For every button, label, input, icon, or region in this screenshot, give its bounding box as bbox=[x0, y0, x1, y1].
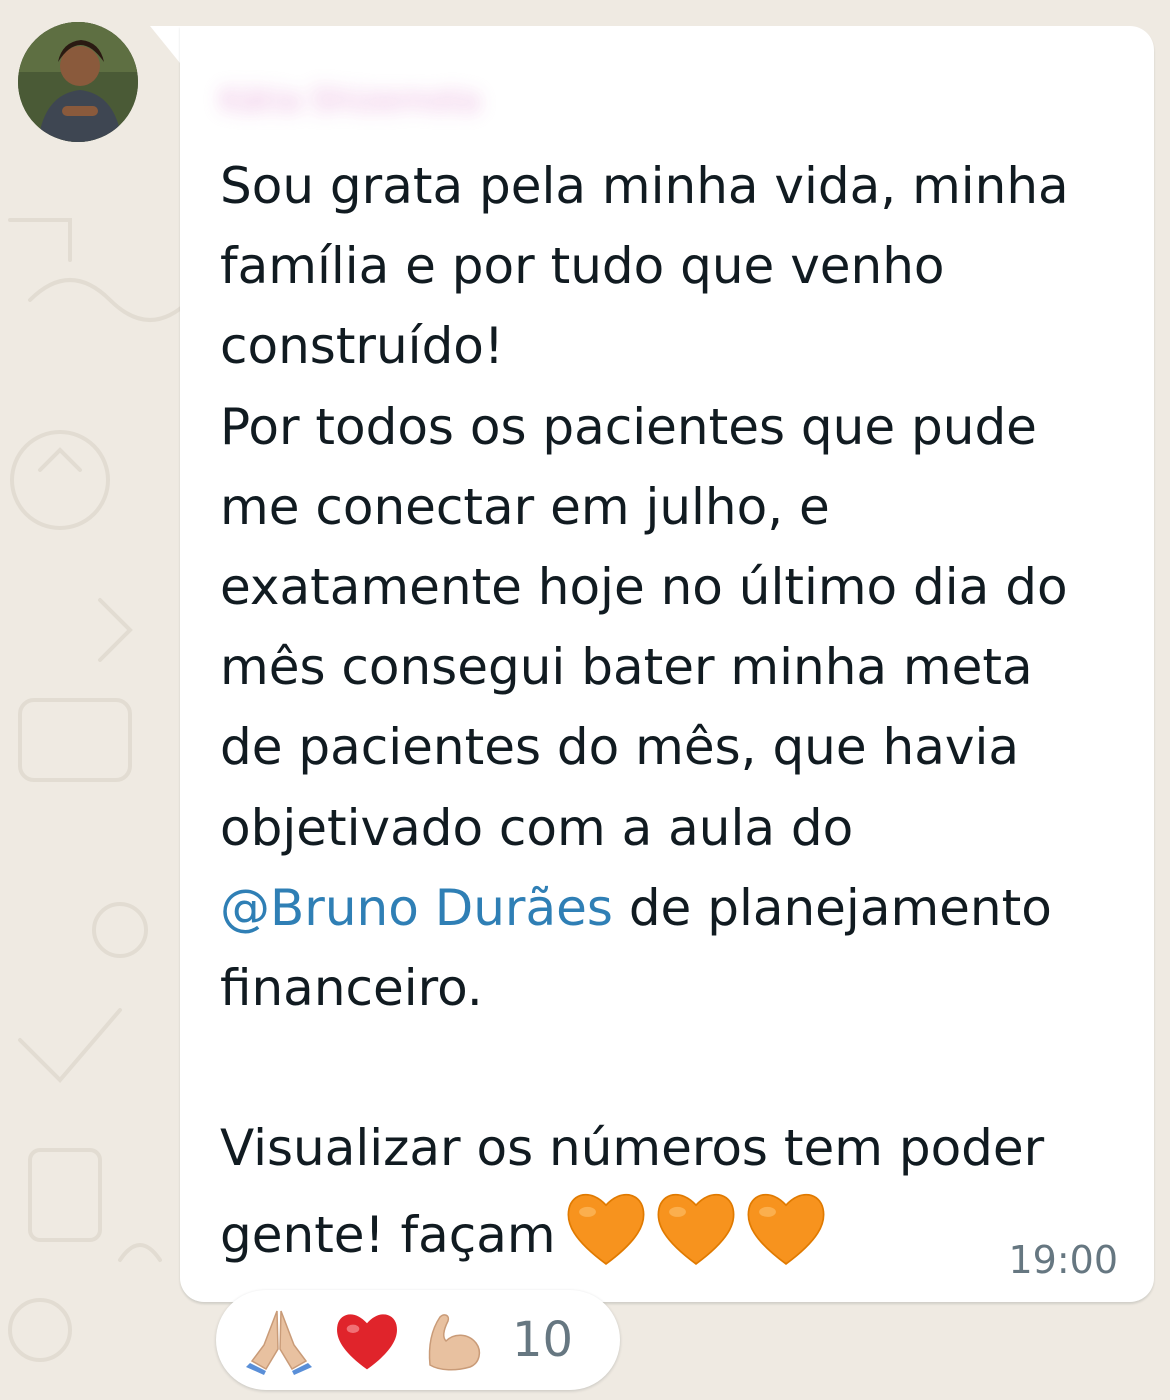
message-line: financeiro. bbox=[220, 958, 483, 1017]
mention-link[interactable]: @Bruno Durães bbox=[220, 879, 613, 937]
sender-avatar[interactable] bbox=[18, 22, 138, 142]
message-line: exatamente hoje no último dia do bbox=[220, 557, 1068, 616]
red-heart-icon bbox=[337, 1314, 397, 1370]
message-line: Visualizar os números tem poder bbox=[220, 1119, 1045, 1178]
reactions-bar[interactable]: 10 bbox=[216, 1290, 620, 1390]
message-line: Sou grata pela minha vida, minha bbox=[220, 157, 1069, 215]
message-line: gente! façam bbox=[220, 1206, 556, 1265]
orange-hearts bbox=[564, 1188, 828, 1266]
message-line-mention: @Bruno Durães de planejamento bbox=[220, 868, 1140, 948]
message-line-last: gente! façam bbox=[220, 1188, 1140, 1268]
mention-trailing-text: de planejamento bbox=[612, 878, 1052, 937]
sender-name: Kátia Shizemota bbox=[220, 81, 481, 119]
folded-hands-icon bbox=[246, 1310, 312, 1375]
orange-heart-icon bbox=[567, 1194, 645, 1266]
message-text: Sou grata pela minha vida, minha família… bbox=[220, 146, 1140, 1269]
avatar-photo bbox=[18, 22, 138, 142]
bubble-tail bbox=[150, 26, 184, 68]
message-line: de pacientes do mês, que havia bbox=[220, 718, 1019, 777]
orange-heart-icon bbox=[657, 1194, 735, 1266]
message-timestamp: 19:00 bbox=[1008, 1238, 1118, 1282]
flexed-biceps-icon bbox=[428, 1314, 481, 1371]
message-line: me conectar em julho, e bbox=[220, 477, 830, 536]
message-line: construído! bbox=[220, 317, 504, 376]
message-line: família e por tudo que venho bbox=[220, 237, 945, 296]
orange-heart-icon bbox=[747, 1194, 825, 1266]
message-line: objetivado com a aula do bbox=[220, 798, 854, 857]
reaction-count: 10 bbox=[512, 1312, 574, 1368]
message-line: Por todos os pacientes que pude bbox=[220, 397, 1037, 456]
message-line: mês consegui bater minha meta bbox=[220, 638, 1033, 697]
